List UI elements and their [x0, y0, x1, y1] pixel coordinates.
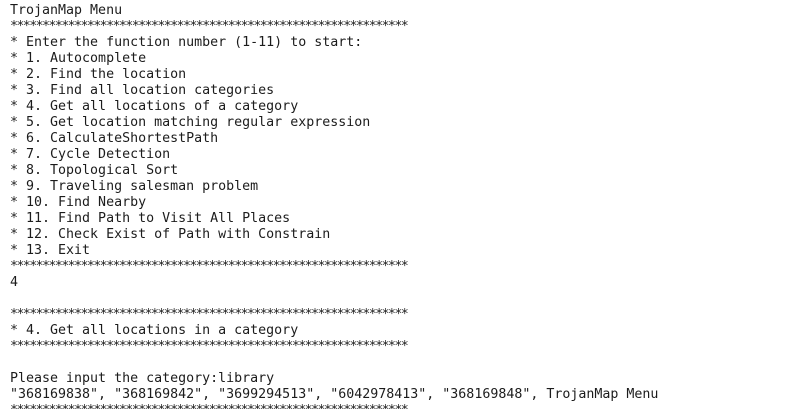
user-input-echo: 4: [10, 275, 19, 290]
separator-line: ****************************************…: [10, 259, 409, 274]
menu-item: * 4. Get all locations of a category: [10, 99, 299, 114]
menu-item: * 9. Traveling salesman problem: [10, 179, 259, 194]
menu-prompt: * Enter the function number (1-11) to st…: [10, 35, 363, 50]
menu-item: * 11. Find Path to Visit All Places: [10, 211, 291, 226]
separator-line: ****************************************…: [10, 339, 409, 354]
menu-item: * 8. Topological Sort: [10, 163, 179, 178]
menu-title: TrojanMap Menu: [10, 3, 123, 18]
terminal-output[interactable]: TrojanMap Menu *************************…: [10, 3, 786, 409]
separator-line: ****************************************…: [10, 307, 409, 322]
menu-item: * 12. Check Exist of Path with Constrain: [10, 227, 331, 242]
menu-item: * 7. Cycle Detection: [10, 147, 171, 162]
menu-item: * 5. Get location matching regular expre…: [10, 115, 371, 130]
result-line: "368169838", "368169842", "3699294513", …: [10, 387, 659, 402]
separator-line: ****************************************…: [10, 19, 409, 34]
menu-item: * 2. Find the location: [10, 67, 187, 82]
menu-item: * 13. Exit: [10, 243, 91, 258]
menu-item: * 6. CalculateShortestPath: [10, 131, 219, 146]
section-header: * 4. Get all locations in a category: [10, 323, 299, 338]
category-prompt: Please input the category:library: [10, 371, 275, 386]
menu-item: * 1. Autocomplete: [10, 51, 147, 66]
menu-item: * 3. Find all location categories: [10, 83, 275, 98]
separator-line: ****************************************…: [10, 403, 786, 409]
menu-item: * 10. Find Nearby: [10, 195, 147, 210]
